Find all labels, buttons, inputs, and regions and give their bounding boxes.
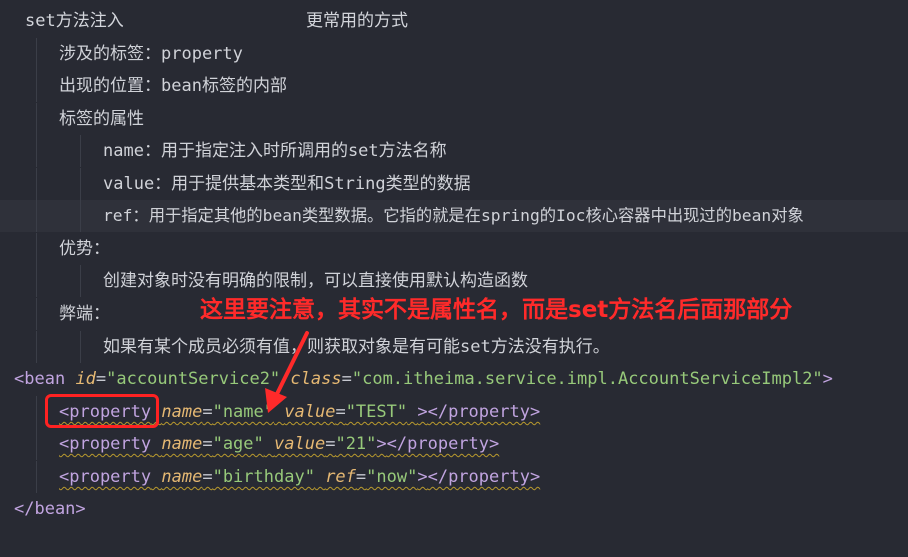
annotation-arrow-icon [265,331,309,413]
